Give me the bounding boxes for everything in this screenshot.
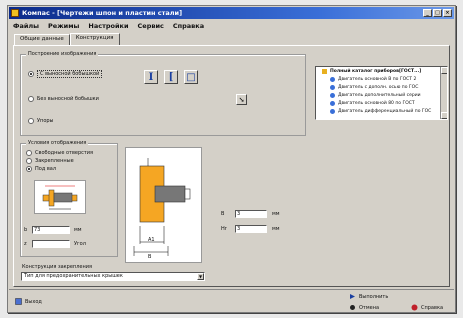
- small-schematic-graphic: [42, 185, 78, 210]
- app-window: Компас - [Чертежи шпон и пластин стали] …: [7, 5, 456, 313]
- select-icon[interactable]: ↘: [236, 94, 247, 105]
- menu-item-settings[interactable]: Настройки: [88, 22, 128, 30]
- title-bar: Компас - [Чертежи шпон и пластин стали] …: [9, 7, 454, 19]
- radio-indicator: [28, 118, 34, 124]
- radio-fixed[interactable]: Закрепленные: [26, 158, 74, 164]
- item-icon: [330, 108, 335, 114]
- field-B-label: B: [221, 211, 225, 217]
- frame-icon[interactable]: □: [184, 70, 198, 84]
- catalog-tree[interactable]: Полный каталог приборов[ГОСТ...] Двигате…: [315, 66, 448, 120]
- window-controls: _ □ ×: [423, 9, 452, 17]
- field-b-input[interactable]: 73: [32, 226, 70, 234]
- tree-item[interactable]: Двигатель дополнительный серии: [316, 91, 447, 99]
- window-title: Компас - [Чертежи шпон и пластин стали]: [22, 9, 183, 17]
- radio-indicator: [28, 71, 34, 77]
- tree-item[interactable]: Двигатель дифференциальный по ГОС: [316, 107, 447, 115]
- help-label: Справка: [421, 304, 444, 311]
- field-z-unit: Угол: [74, 241, 86, 247]
- execute-label: Выполнить: [359, 293, 389, 300]
- tab-construction[interactable]: Конструкция: [69, 33, 120, 45]
- cancel-icon: [350, 305, 355, 310]
- scroll-up-arrow[interactable]: [441, 67, 447, 74]
- mounting-combo[interactable]: Тип для предохранительных крышек ▼: [21, 272, 205, 281]
- radio-label: Упоры: [37, 118, 54, 124]
- radio-indicator: [28, 96, 34, 102]
- field-Hr-label: Hr: [221, 226, 227, 232]
- radio-indicator: [26, 158, 32, 164]
- item-icon: [330, 84, 335, 90]
- radio-with-boss[interactable]: С выносной бобышкой: [28, 70, 103, 78]
- cancel-button[interactable]: Отмена: [349, 304, 379, 311]
- exit-label: Выход: [25, 298, 42, 305]
- field-b-label: b: [24, 227, 28, 233]
- dimension-a-label: A1: [148, 237, 155, 243]
- group-display-legend: Условия отображения: [26, 140, 89, 146]
- tree-root[interactable]: Полный каталог приборов[ГОСТ...]: [316, 67, 447, 75]
- i-beam-icon[interactable]: I: [144, 70, 158, 84]
- exit-icon: [15, 298, 22, 305]
- combo-value: Тип для предохранительных крышек: [24, 273, 123, 279]
- arrow-right-icon: [350, 294, 355, 299]
- bracket-icon[interactable]: [: [164, 70, 178, 84]
- radio-under-shaft[interactable]: Под вал: [26, 166, 56, 172]
- main-drawing: A1 B: [125, 147, 202, 263]
- tree-item[interactable]: Двигатель с дополн. осью по ГОС: [316, 83, 447, 91]
- exit-button[interactable]: Выход: [15, 298, 42, 305]
- field-Hr-unit: мм: [272, 226, 280, 232]
- tab-general[interactable]: Общие данные: [14, 34, 70, 45]
- bottom-bar: Выход Выполнить Отмена Справка: [9, 289, 454, 313]
- field-B-unit: мм: [272, 211, 280, 217]
- folder-icon: [322, 68, 327, 74]
- menu-bar: Файлы Режимы Настройки Сервис Справка: [9, 20, 454, 31]
- group-build-image: Построение изображения: [20, 51, 306, 136]
- item-icon: [330, 100, 335, 106]
- chevron-down-icon[interactable]: ▼: [197, 273, 204, 280]
- menu-item-modes[interactable]: Режимы: [48, 22, 79, 30]
- combo-label: Конструкция закрепления: [22, 264, 93, 270]
- main-drawing-graphic: [133, 158, 191, 256]
- menu-item-help[interactable]: Справка: [173, 22, 204, 30]
- tree-item[interactable]: Двигатель основной 80 по ГОСТ: [316, 99, 447, 107]
- maximize-button[interactable]: □: [433, 9, 442, 17]
- radio-without-boss[interactable]: Без выносной бобышки: [28, 96, 99, 102]
- radio-label: Закрепленные: [35, 158, 74, 164]
- tree-scrollbar[interactable]: [440, 67, 447, 119]
- help-button[interactable]: Справка: [411, 304, 443, 311]
- field-b-unit: мм: [74, 227, 82, 233]
- field-Hr-input[interactable]: 3: [235, 225, 267, 233]
- radio-indicator: [26, 166, 32, 172]
- radio-indicator: [26, 150, 32, 156]
- radio-label: Под вал: [35, 166, 57, 172]
- radio-label: Без выносной бобышки: [37, 96, 99, 102]
- tree-item[interactable]: Двигатель основной В по ГОСТ 2: [316, 75, 447, 83]
- item-icon: [330, 76, 335, 82]
- tab-panel: Построение изображения С выносной бобышк…: [13, 45, 450, 287]
- field-z-input[interactable]: [32, 240, 70, 248]
- menu-item-files[interactable]: Файлы: [13, 22, 39, 30]
- execute-button[interactable]: Выполнить: [349, 293, 388, 300]
- field-B-input[interactable]: 3: [235, 210, 267, 218]
- radio-label: С выносной бобышкой: [37, 70, 103, 78]
- radio-stops[interactable]: Упоры: [28, 118, 54, 124]
- group-build-image-legend: Построение изображения: [26, 51, 99, 57]
- radio-label: Свободные отверстия: [35, 150, 94, 156]
- minimize-button[interactable]: _: [423, 9, 432, 17]
- close-button[interactable]: ×: [443, 9, 452, 17]
- radio-free-holes[interactable]: Свободные отверстия: [26, 150, 93, 156]
- cancel-label: Отмена: [359, 304, 380, 311]
- scroll-down-arrow[interactable]: [441, 112, 447, 119]
- item-icon: [330, 92, 335, 98]
- help-icon: [411, 304, 418, 311]
- menu-item-service[interactable]: Сервис: [138, 22, 164, 30]
- dimension-b-label: B: [148, 254, 152, 260]
- app-icon: [11, 9, 19, 17]
- small-schematic: [34, 180, 86, 214]
- field-z-label: z: [24, 241, 27, 247]
